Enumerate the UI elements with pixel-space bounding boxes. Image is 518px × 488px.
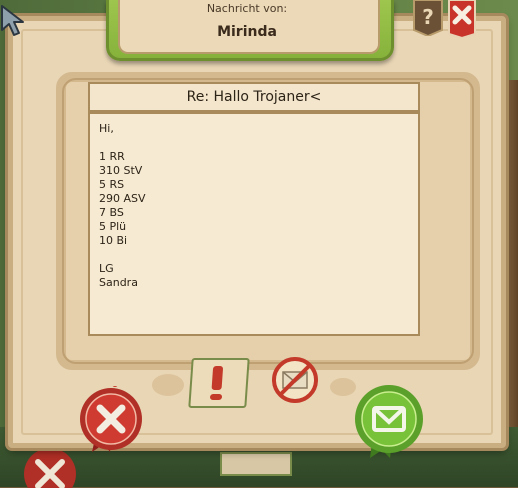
message-body: Hi, 1 RR 310 StV 5 RS 290 ASV 7 BS 5 Plü 10 Bi L… bbox=[88, 112, 420, 336]
report-button[interactable] bbox=[188, 358, 250, 408]
message-body-line: 1 RR bbox=[99, 150, 125, 163]
help-button[interactable]: ? bbox=[412, 0, 444, 36]
message-body-line: LG bbox=[99, 262, 114, 275]
sender-label: Nachricht von: bbox=[206, 2, 288, 15]
message-body-lines: Hi, 1 RR 310 StV 5 RS 290 ASV 7 BS 5 Plü 10 Bi L… bbox=[90, 122, 146, 290]
no-mail-block-icon bbox=[272, 357, 318, 403]
message-body-line: 310 StV bbox=[99, 164, 143, 177]
message-body-line: 290 ASV bbox=[99, 192, 146, 205]
message-body-line: 7 BS bbox=[99, 206, 124, 219]
reply-envelope-icon bbox=[355, 385, 423, 458]
question-help-icon: ? bbox=[413, 0, 443, 36]
exclamation-dot bbox=[209, 394, 223, 400]
message-subject: Re: Hallo Trojaner< bbox=[88, 82, 420, 112]
message-body-line: Hi, bbox=[99, 122, 114, 135]
message-body-line: Sandra bbox=[99, 276, 138, 289]
message-body-line: 5 RS bbox=[99, 178, 125, 191]
block-sender-button[interactable] bbox=[272, 357, 318, 403]
message-body-line: 10 Bi bbox=[99, 234, 128, 247]
svg-text:?: ? bbox=[422, 5, 434, 29]
mouse-cursor-icon bbox=[1, 5, 24, 36]
exclamation-report-icon bbox=[211, 366, 224, 390]
close-button[interactable] bbox=[447, 0, 477, 38]
message-body-line: 5 Plü bbox=[99, 220, 127, 233]
close-x-icon bbox=[448, 0, 476, 38]
message-body-line bbox=[90, 136, 146, 150]
sender-name: Mirinda bbox=[217, 24, 277, 40]
message-body-line bbox=[90, 248, 146, 262]
delete-x-icon bbox=[80, 386, 142, 452]
background-card bbox=[220, 452, 292, 476]
decorative-blot bbox=[152, 374, 184, 396]
delete-button[interactable] bbox=[78, 386, 144, 452]
reply-button[interactable] bbox=[352, 384, 426, 458]
background-delete-icon bbox=[24, 448, 76, 488]
